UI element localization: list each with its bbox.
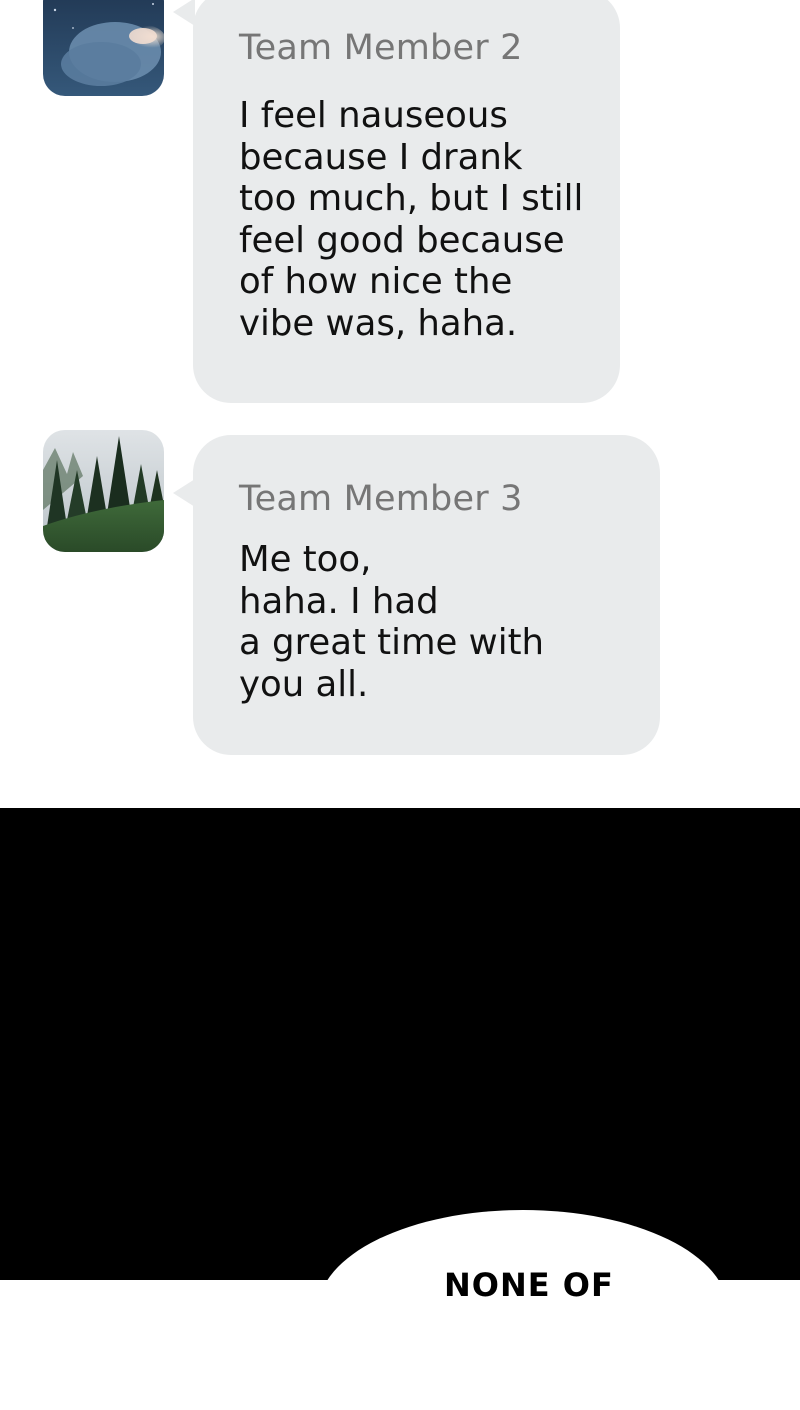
message-line: of how nice the bbox=[239, 261, 513, 302]
message-text: Me too, haha. I had a great time with yo… bbox=[239, 539, 544, 705]
message-bubble[interactable]: Team Member 2 I feel nauseous because I … bbox=[173, 0, 620, 403]
message-line: you all. bbox=[239, 663, 369, 705]
forest-avatar-icon[interactable] bbox=[43, 430, 164, 552]
bubble-tail bbox=[173, 479, 195, 507]
bubble-tail bbox=[173, 0, 195, 26]
message-line: vibe was, haha. bbox=[239, 302, 518, 344]
message-line: because I drank bbox=[239, 136, 523, 178]
message-text: I feel nauseous because I drank too much… bbox=[239, 95, 583, 344]
message-bubble[interactable]: Team Member 3 Me too, haha. I had a grea… bbox=[173, 435, 660, 755]
dark-panel bbox=[0, 808, 800, 1280]
message-line: too much, but I still bbox=[239, 178, 584, 219]
message-line: a great time with bbox=[239, 622, 544, 663]
message-line: I feel nauseous bbox=[239, 95, 508, 136]
sender-name: Team Member 2 bbox=[239, 28, 523, 68]
message-line: feel good because bbox=[239, 219, 565, 261]
message-line: Me too, bbox=[239, 539, 372, 580]
message-line: haha. I had bbox=[239, 580, 439, 622]
speech-bubble: NONE OF bbox=[318, 1210, 728, 1410]
speech-text: NONE OF bbox=[444, 1266, 614, 1304]
night-cloud-avatar-icon[interactable] bbox=[43, 0, 164, 96]
sender-name: Team Member 3 bbox=[239, 479, 523, 519]
chat-area: Team Member 2 I feel nauseous because I … bbox=[0, 0, 800, 808]
